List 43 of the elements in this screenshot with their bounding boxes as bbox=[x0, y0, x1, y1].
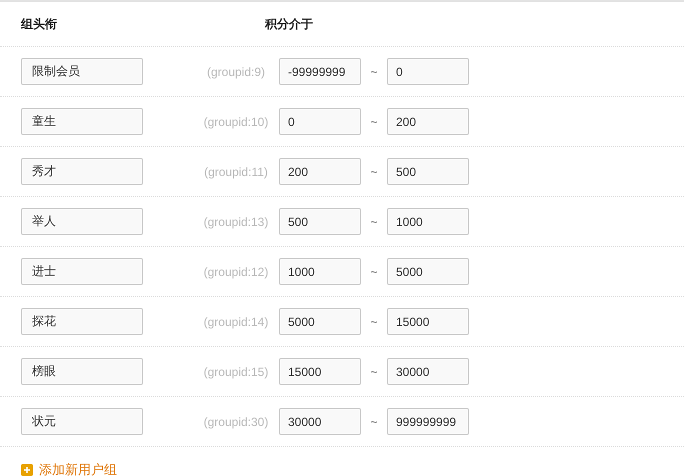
range-separator: ~ bbox=[369, 314, 378, 328]
min-points-field[interactable]: 200 bbox=[279, 158, 361, 185]
range-separator: ~ bbox=[369, 364, 378, 378]
min-points-field[interactable]: 1000 bbox=[279, 258, 361, 285]
max-points-field[interactable]: 999999999 bbox=[387, 408, 469, 435]
title-field[interactable]: 榜眼 bbox=[21, 358, 143, 385]
group-id-label: (groupid:15) bbox=[202, 364, 270, 378]
min-points-field[interactable]: -99999999 bbox=[279, 58, 361, 85]
column-header: 组头衔 bbox=[21, 16, 58, 32]
min-points-field[interactable]: 5000 bbox=[279, 308, 361, 335]
range-separator: ~ bbox=[369, 414, 378, 428]
add-icon[interactable] bbox=[21, 464, 33, 476]
title-field[interactable]: 秀才 bbox=[21, 158, 143, 185]
max-points-field[interactable]: 1000 bbox=[387, 208, 469, 235]
range-separator: ~ bbox=[369, 264, 378, 278]
range-separator: ~ bbox=[369, 214, 378, 228]
min-points-field[interactable]: 30000 bbox=[279, 408, 361, 435]
title-field[interactable]: 进士 bbox=[21, 258, 143, 285]
group-id-label: (groupid:13) bbox=[202, 214, 270, 228]
title-field[interactable]: 限制会员 bbox=[21, 58, 143, 85]
max-points-field[interactable]: 15000 bbox=[387, 308, 469, 335]
group-id-label: (groupid:14) bbox=[202, 314, 270, 328]
range-separator: ~ bbox=[369, 64, 378, 78]
min-points-field[interactable]: 15000 bbox=[279, 358, 361, 385]
range-separator: ~ bbox=[369, 114, 378, 128]
title-field[interactable]: 童生 bbox=[21, 108, 143, 135]
max-points-field[interactable]: 500 bbox=[387, 158, 469, 185]
max-points-field[interactable]: 200 bbox=[387, 108, 469, 135]
group-id-label: (groupid:12) bbox=[202, 264, 270, 278]
min-points-field[interactable]: 500 bbox=[279, 208, 361, 235]
group-id-label: (groupid:9) bbox=[206, 64, 266, 78]
min-points-field[interactable]: 0 bbox=[279, 108, 361, 135]
max-points-field[interactable]: 5000 bbox=[387, 258, 469, 285]
group-id-label: (groupid:11) bbox=[203, 164, 269, 178]
title-field[interactable]: 探花 bbox=[21, 308, 143, 335]
range-separator: ~ bbox=[369, 164, 378, 178]
group-id-label: (groupid:10) bbox=[202, 114, 270, 128]
max-points-field[interactable]: 0 bbox=[387, 58, 469, 85]
title-field[interactable]: 状元 bbox=[21, 408, 143, 435]
max-points-field[interactable]: 30000 bbox=[387, 358, 469, 385]
column-header: 积分介于 bbox=[265, 16, 314, 32]
title-field[interactable]: 举人 bbox=[21, 208, 143, 235]
group-id-label: (groupid:30) bbox=[202, 414, 270, 428]
